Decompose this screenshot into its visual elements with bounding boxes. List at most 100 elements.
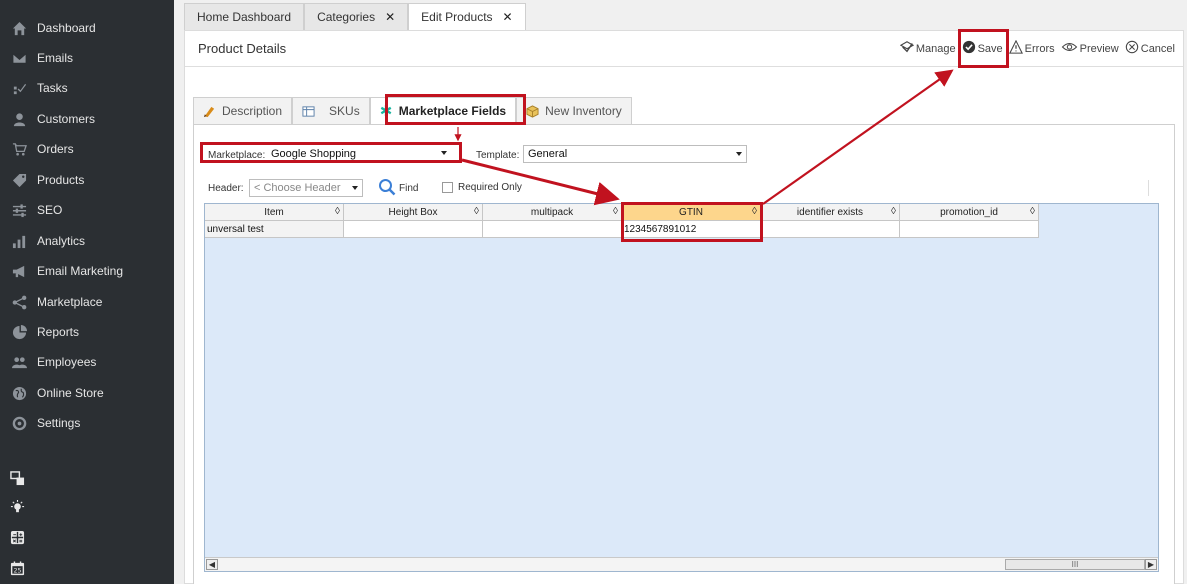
product-sub-tabs: Description SKUs ✱ Marketplace Fields Ne… — [193, 97, 632, 124]
eye-icon — [1061, 40, 1078, 57]
sidebar-item-customers[interactable]: Customers — [0, 105, 174, 133]
sort-icon[interactable]: ◊ — [752, 206, 757, 217]
sidebar-item-online-store[interactable]: Online Store — [0, 379, 174, 407]
tab-marketplace-fields[interactable]: ✱ Marketplace Fields — [369, 97, 517, 124]
marketplace-select[interactable]: Google Shopping — [267, 145, 451, 163]
sidebar: Dashboard Emails Tasks Customers Orders … — [0, 0, 174, 584]
calculator-icon[interactable] — [10, 530, 26, 546]
calendar-icon[interactable]: 25 — [10, 561, 26, 577]
user-icon — [11, 111, 27, 127]
column-header-promotion-id[interactable]: promotion_id ◊ — [900, 204, 1039, 221]
required-only-checkbox[interactable] — [442, 182, 453, 193]
grid-cell-promotion-id[interactable] — [900, 221, 1039, 238]
sort-icon[interactable]: ◊ — [1030, 206, 1035, 217]
tab-home-dashboard[interactable]: Home Dashboard — [184, 3, 305, 30]
users-icon — [11, 354, 27, 370]
close-icon[interactable]: ✕ — [503, 10, 513, 24]
tab-categories[interactable]: Categories ✕ — [304, 3, 409, 30]
errors-label: Errors — [1024, 42, 1055, 55]
grid-cell-multipack[interactable] — [483, 221, 622, 238]
column-header-label: Height Box — [388, 206, 438, 218]
tab-skus[interactable]: SKUs — [292, 97, 370, 124]
save-label: Save — [977, 42, 1003, 55]
sidebar-item-settings[interactable]: Settings — [0, 409, 174, 437]
sort-icon[interactable]: ◊ — [474, 206, 479, 217]
tasks-icon — [11, 80, 27, 96]
scrollbar-thumb[interactable]: III — [1005, 559, 1145, 570]
sidebar-item-reports[interactable]: Reports — [0, 318, 174, 346]
search-icon — [378, 178, 396, 199]
grid-cell-item[interactable]: unversal test — [205, 221, 344, 238]
horizontal-scrollbar[interactable]: ◀ III ▶ — [205, 557, 1158, 571]
grid-corner — [1148, 180, 1160, 196]
template-value: General — [528, 148, 568, 160]
column-header-item[interactable]: Item ◊ — [205, 204, 344, 221]
tab-label: Description — [222, 104, 283, 118]
tag-icon — [11, 172, 27, 188]
main-area: Home Dashboard Categories ✕ Edit Product… — [174, 0, 1187, 584]
sidebar-item-label: Online Store — [37, 386, 104, 400]
tab-new-inventory[interactable]: New Inventory — [516, 97, 632, 124]
tab-edit-products[interactable]: Edit Products ✕ — [408, 3, 526, 30]
sidebar-item-products[interactable]: Products — [0, 166, 174, 194]
sidebar-item-label: Customers — [37, 112, 96, 126]
template-label: Template: — [476, 150, 520, 161]
sidebar-item-marketplace[interactable]: Marketplace — [0, 288, 174, 316]
globe-icon — [11, 385, 27, 401]
preview-button[interactable]: Preview — [1061, 40, 1119, 57]
check-circle-icon — [962, 40, 976, 57]
sidebar-item-label: Dashboard — [37, 21, 96, 35]
column-header-label: promotion_id — [940, 206, 998, 218]
share-icon — [11, 294, 27, 310]
marketplace-label: Marketplace: — [208, 150, 266, 161]
grid-cell-height-box[interactable] — [344, 221, 483, 238]
calendar-day-label: 25 — [14, 568, 22, 575]
find-button[interactable]: Find — [378, 178, 418, 199]
sidebar-item-label: Tasks — [37, 81, 68, 95]
grid-cell-gtin[interactable]: 1234567891012 — [622, 221, 761, 238]
sort-icon[interactable]: ◊ — [335, 206, 340, 217]
cancel-button[interactable]: Cancel — [1125, 40, 1175, 57]
sliders-icon — [11, 202, 27, 218]
sidebar-item-label: Emails — [37, 51, 74, 65]
sidebar-item-label: Products — [37, 173, 85, 187]
preview-label: Preview — [1079, 42, 1119, 55]
cancel-icon — [1125, 40, 1139, 57]
column-header-multipack[interactable]: multipack ◊ — [483, 204, 622, 221]
column-header-identifier-exists[interactable]: identifier exists ◊ — [761, 204, 900, 221]
sort-icon[interactable]: ◊ — [613, 206, 618, 217]
required-only-toggle[interactable]: Required Only — [442, 182, 522, 193]
sidebar-item-analytics[interactable]: Analytics — [0, 227, 174, 255]
header-label: Header: — [208, 183, 244, 194]
tab-description[interactable]: Description — [193, 97, 293, 124]
template-select[interactable]: General — [523, 145, 747, 163]
scroll-left-icon[interactable]: ◀ — [206, 559, 218, 570]
grid-cell-identifier-exists[interactable] — [761, 221, 900, 238]
column-header-height-box[interactable]: Height Box ◊ — [344, 204, 483, 221]
sidebar-item-tasks[interactable]: Tasks — [0, 74, 174, 102]
manage-label: Manage — [915, 42, 956, 55]
manage-button[interactable]: Manage — [899, 40, 956, 57]
sidebar-item-emails[interactable]: Emails — [0, 44, 174, 72]
home-icon — [11, 20, 27, 36]
sidebar-item-dashboard[interactable]: Dashboard — [0, 14, 174, 42]
warning-icon — [1008, 39, 1023, 57]
column-header-gtin[interactable]: GTIN ◊ — [622, 204, 761, 221]
windows-icon[interactable] — [10, 471, 26, 487]
sidebar-item-label: Employees — [37, 355, 97, 369]
scroll-right-icon[interactable]: ▶ — [1145, 559, 1157, 570]
column-header-label: multipack — [530, 206, 574, 218]
sidebar-item-seo[interactable]: SEO — [0, 196, 174, 224]
header-select[interactable]: < Choose Header — [249, 179, 363, 197]
errors-button[interactable]: Errors — [1008, 39, 1055, 57]
lightbulb-icon[interactable] — [10, 500, 26, 516]
sidebar-item-email-marketing[interactable]: Email Marketing — [0, 257, 174, 285]
close-icon[interactable]: ✕ — [385, 10, 395, 24]
sidebar-item-orders[interactable]: Orders — [0, 135, 174, 163]
sort-icon[interactable]: ◊ — [891, 206, 896, 217]
save-button[interactable]: Save — [962, 40, 1003, 57]
chevron-down-icon — [352, 186, 358, 190]
column-header-label: Item — [264, 206, 284, 218]
sidebar-item-employees[interactable]: Employees — [0, 348, 174, 376]
tab-label: Categories — [317, 10, 376, 24]
